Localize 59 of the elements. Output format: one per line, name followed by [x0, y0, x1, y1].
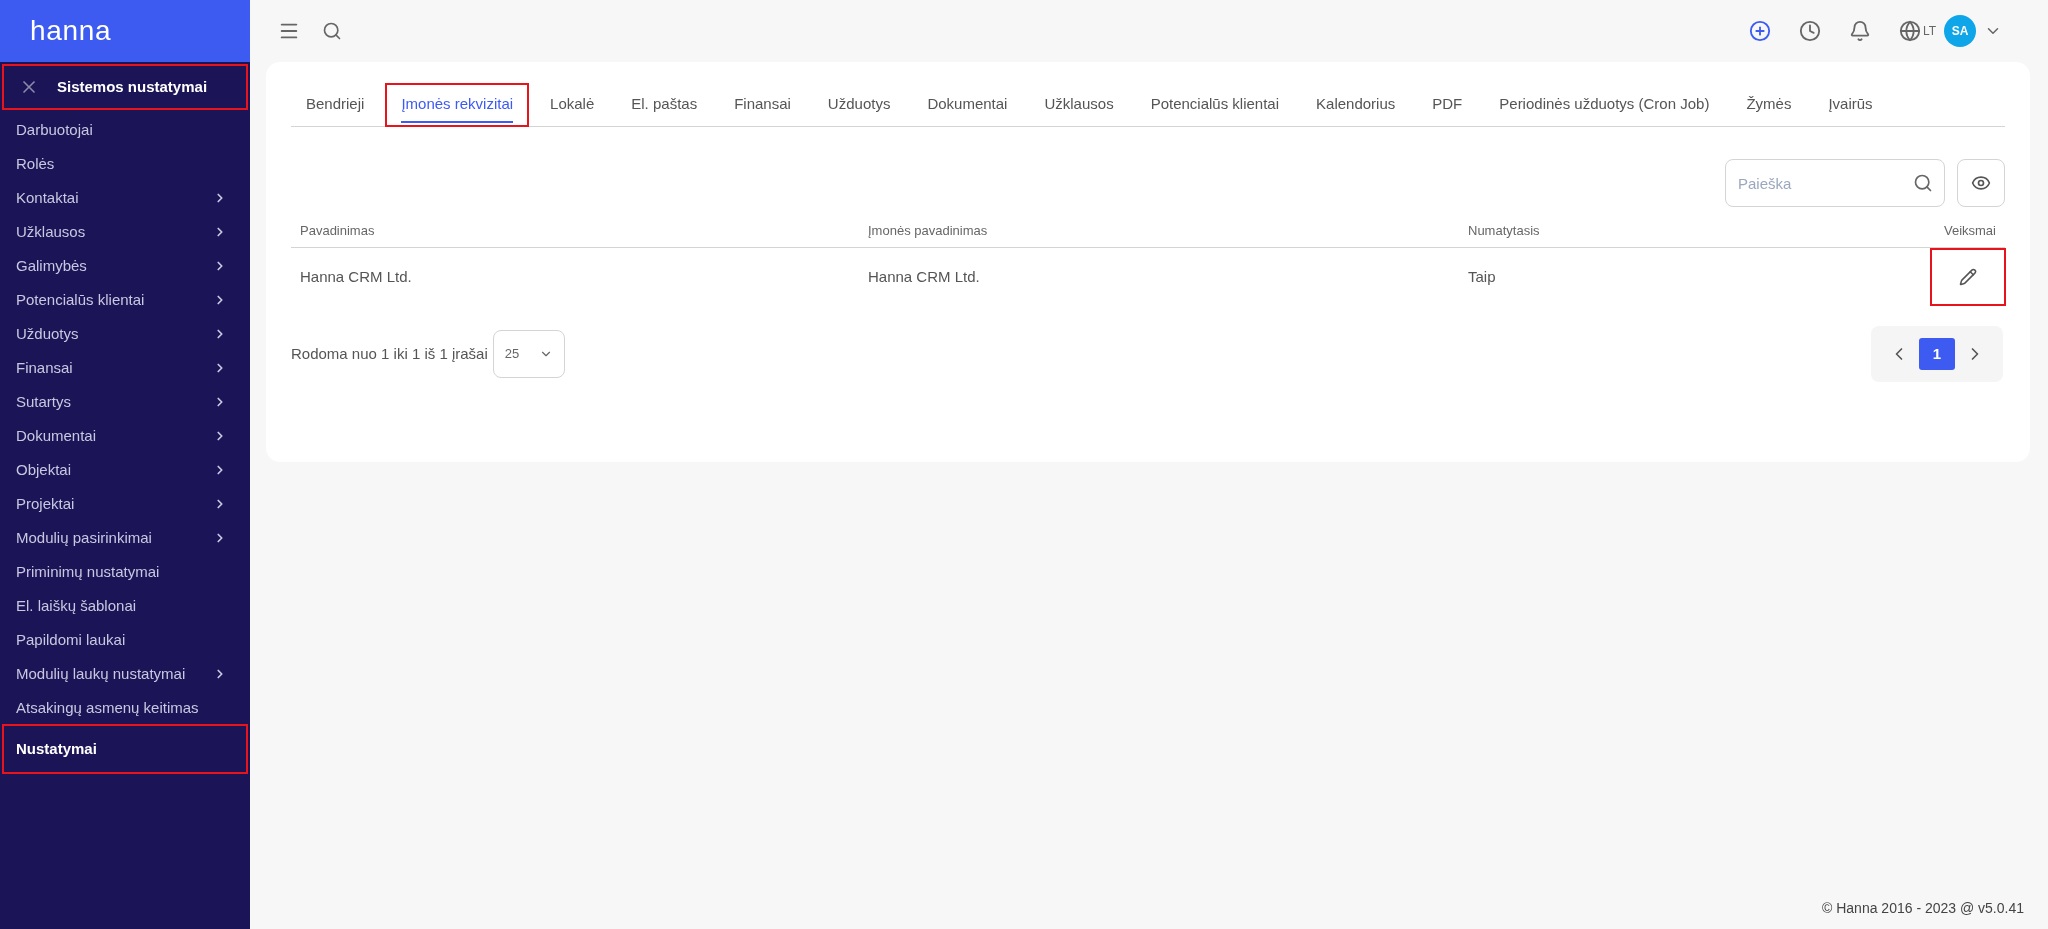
- edit-button[interactable]: [1931, 249, 2005, 305]
- table-cell-text: Hanna CRM Ltd.: [299, 266, 413, 287]
- add-icon[interactable]: [1748, 20, 1771, 42]
- language-label[interactable]: LT: [1922, 22, 1936, 40]
- eye-icon: [1971, 173, 1991, 193]
- logo[interactable]: hanna: [30, 10, 112, 52]
- tab[interactable]: Žymės: [1731, 84, 1807, 126]
- sidebar-item[interactable]: Modulių pasirinkimai: [3, 521, 247, 555]
- globe-icon[interactable]: [1898, 20, 1921, 42]
- sidebar-item[interactable]: Darbuotojai: [3, 113, 247, 147]
- sidebar-item[interactable]: Sutartys: [3, 385, 247, 419]
- tab[interactable]: PDF: [1417, 84, 1478, 126]
- tab[interactable]: Įvairūs: [1813, 84, 1888, 126]
- search-icon[interactable]: [322, 21, 342, 41]
- table-cell-text: Taip: [1467, 266, 1497, 287]
- search-icon[interactable]: [1913, 173, 1933, 193]
- search-field[interactable]: Paieška: [1725, 159, 1945, 207]
- sidebar-title: Sistemos nustatymai: [57, 76, 208, 97]
- tab[interactable]: Finansai: [719, 84, 806, 126]
- sidebar-item[interactable]: Atsakingų asmenų keitimas: [3, 691, 247, 725]
- column-header: Įmonės pavadinimas: [867, 222, 989, 241]
- tab[interactable]: Potencialūs klientai: [1135, 84, 1295, 126]
- column-header: Veiksmai: [1942, 222, 1997, 241]
- sidebar-item[interactable]: Modulių laukų nustatymai: [3, 657, 247, 691]
- sidebar-item[interactable]: Projektai: [3, 487, 247, 521]
- tab[interactable]: Periodinės užduotys (Cron Job): [1484, 84, 1725, 126]
- column-header: Numatytasis: [1467, 222, 1541, 241]
- tab[interactable]: Įmonės rekvizitai: [386, 84, 529, 126]
- sidebar-item[interactable]: Galimybės: [3, 249, 247, 283]
- copyright-text: © Hanna 2016 - 2023 @ v5.0.41: [1822, 899, 2024, 918]
- sidebar-item[interactable]: Finansai: [3, 351, 247, 385]
- sidebar-item[interactable]: Kontaktai: [3, 181, 247, 215]
- sidebar-item[interactable]: Užklausos: [3, 215, 247, 249]
- tab[interactable]: Lokalė: [535, 84, 610, 126]
- record-summary: Rodoma nuo 1 iki 1 iš 1 įrašai: [291, 343, 488, 364]
- sidebar-item[interactable]: Potencialūs klientai: [3, 283, 247, 317]
- sidebar-item[interactable]: Objektai: [3, 453, 247, 487]
- sidebar-item[interactable]: Nustatymai: [3, 725, 247, 773]
- column-header: Pavadinimas: [299, 222, 376, 241]
- table-cell-text: Hanna CRM Ltd.: [867, 266, 981, 287]
- sidebar-item[interactable]: El. laiškų šablonai: [3, 589, 247, 623]
- tab[interactable]: Užklausos: [1029, 84, 1129, 126]
- clock-icon[interactable]: [1798, 20, 1821, 42]
- sidebar-item[interactable]: Užduotys: [3, 317, 247, 351]
- tab[interactable]: Dokumentai: [912, 84, 1023, 126]
- sidebar-item[interactable]: Papildomi laukai: [3, 623, 247, 657]
- tab[interactable]: El. paštas: [616, 84, 713, 126]
- visibility-button[interactable]: [1957, 159, 2005, 207]
- sidebar-header[interactable]: Sistemos nustatymai: [3, 65, 247, 109]
- sidebar-item[interactable]: Rolės: [3, 147, 247, 181]
- page-size-select[interactable]: 25: [492, 330, 565, 378]
- tab[interactable]: Užduotys: [812, 84, 906, 126]
- pencil-icon: [1959, 268, 1977, 286]
- page-button[interactable]: 1: [1919, 338, 1955, 370]
- tab[interactable]: Kalendorius: [1301, 84, 1411, 126]
- bell-icon[interactable]: [1848, 20, 1871, 42]
- sidebar-item[interactable]: Dokumentai: [3, 419, 247, 453]
- tab[interactable]: Bendrieji: [291, 84, 380, 126]
- sidebar-item[interactable]: Priminimų nustatymai: [3, 555, 247, 589]
